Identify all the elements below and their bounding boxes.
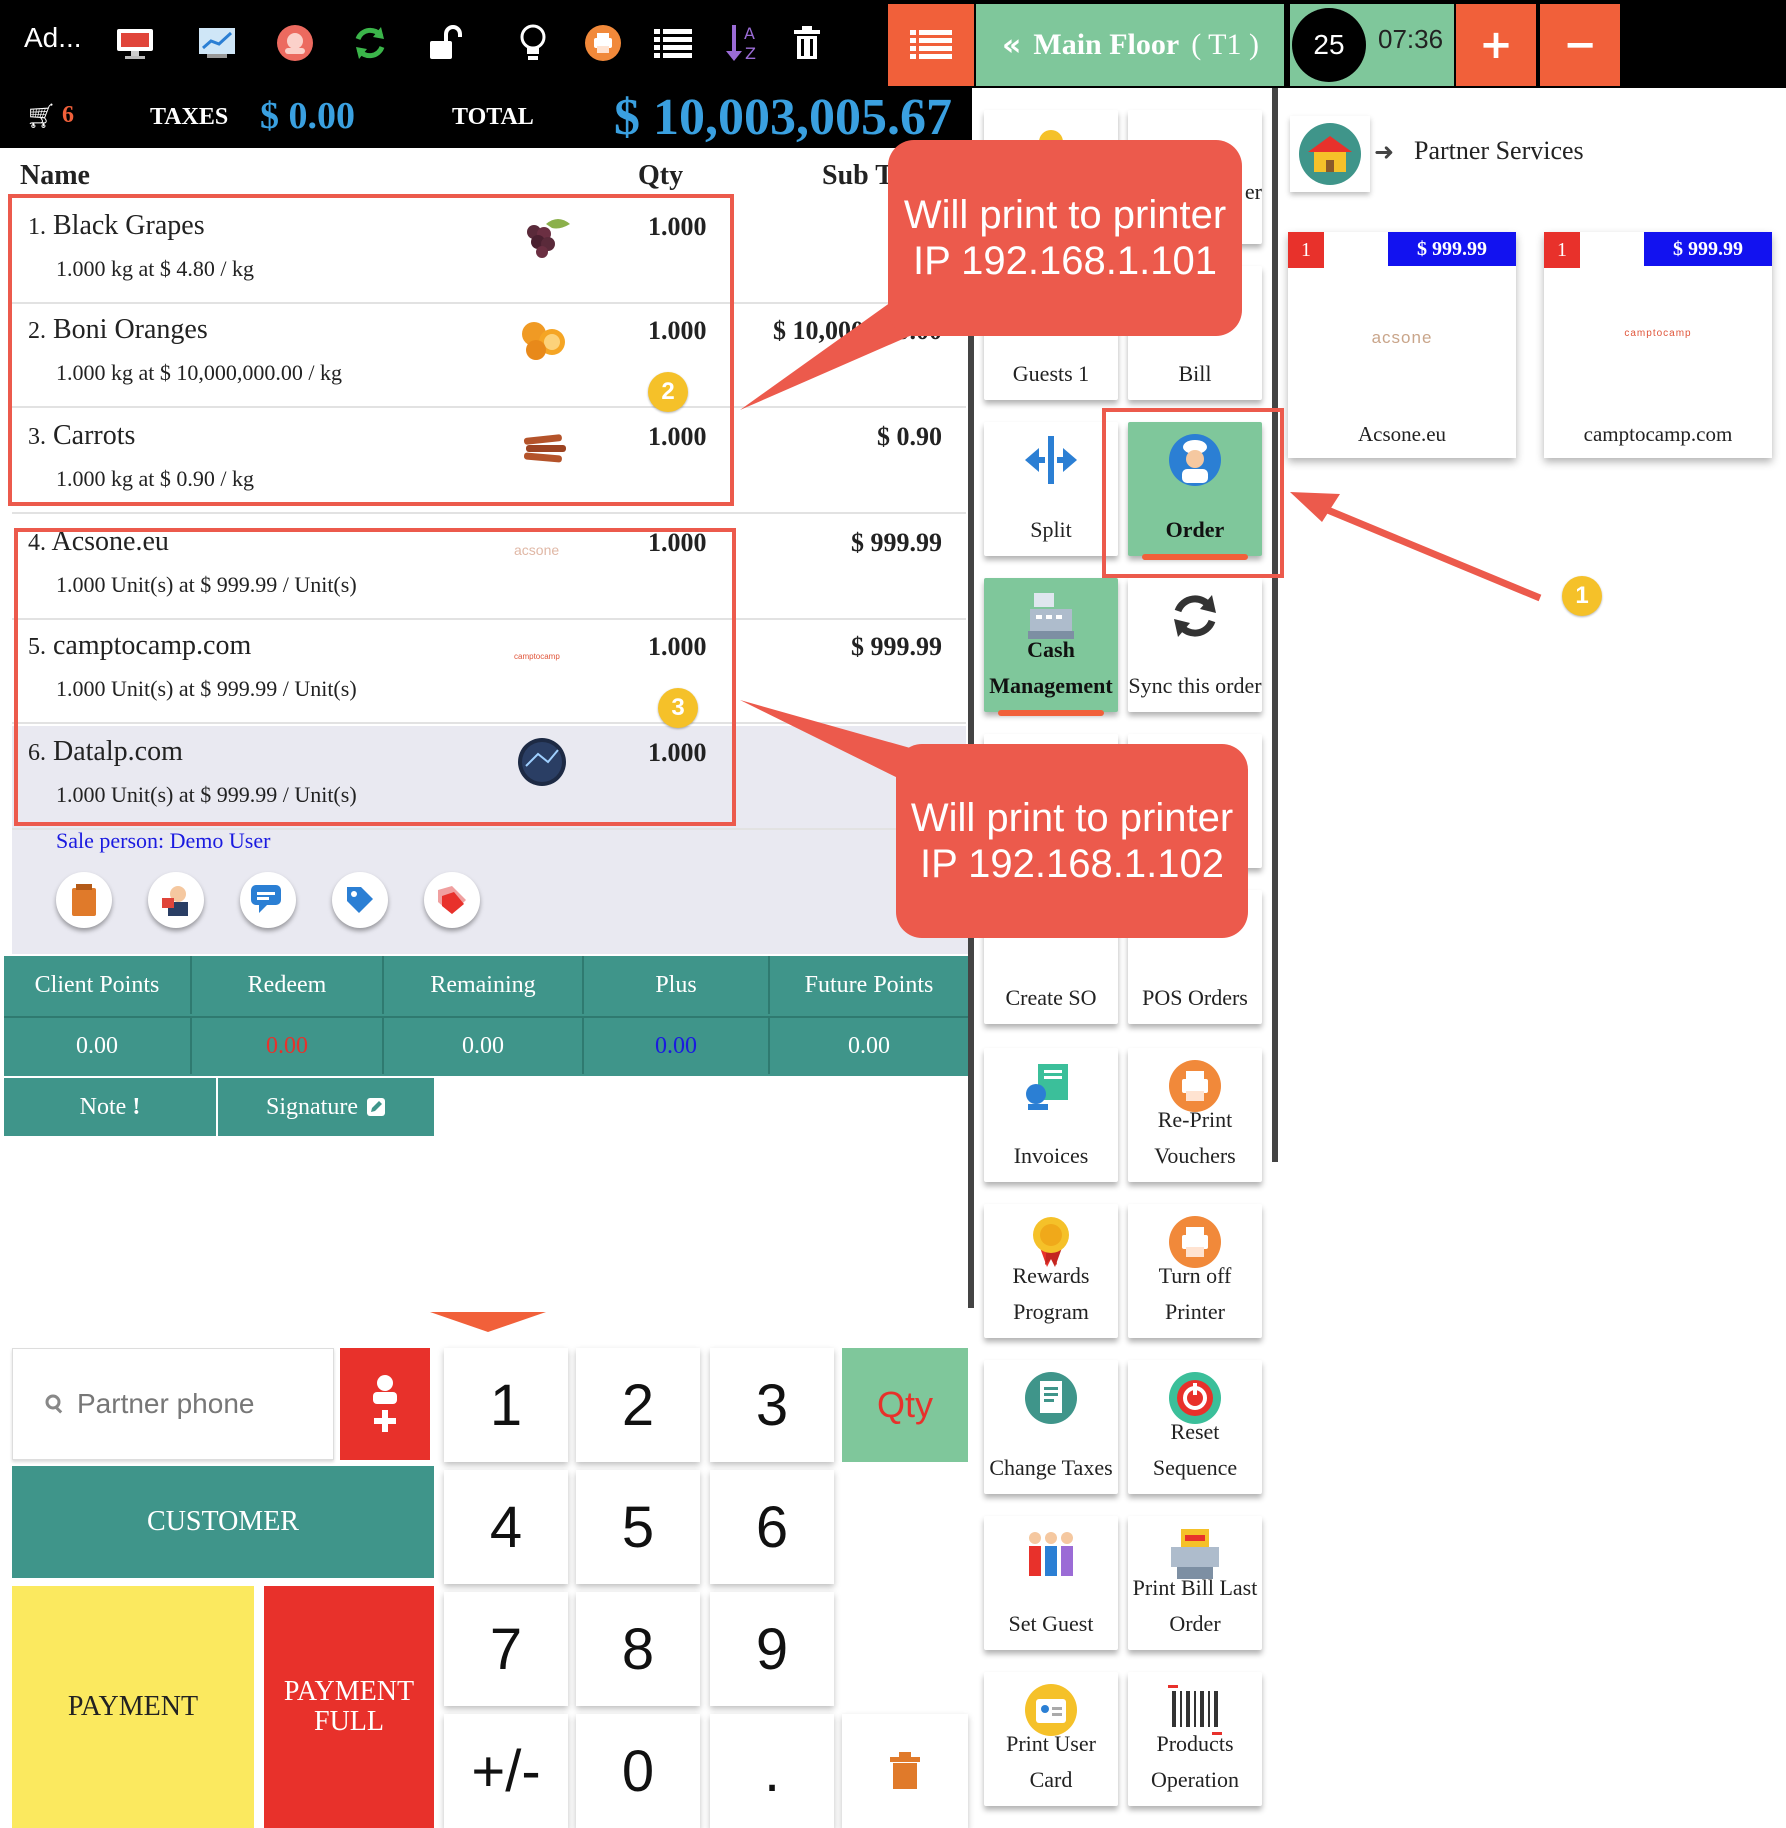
- step-badge-2: 2: [648, 372, 688, 412]
- order-arrow-line: [1316, 502, 1542, 602]
- step-badge-1: 1: [1562, 576, 1602, 616]
- pos-screen: Ad... AZ « Main Floor ( T1 ) 25 07:36 + …: [0, 0, 1786, 1828]
- order-arrow-head: [1290, 492, 1340, 522]
- step-badge-3: 3: [658, 688, 698, 728]
- printer-callout-2: Will print to printer IP 192.168.1.102: [896, 744, 1248, 938]
- printer-callout-1: Will print to printer IP 192.168.1.101: [888, 140, 1242, 336]
